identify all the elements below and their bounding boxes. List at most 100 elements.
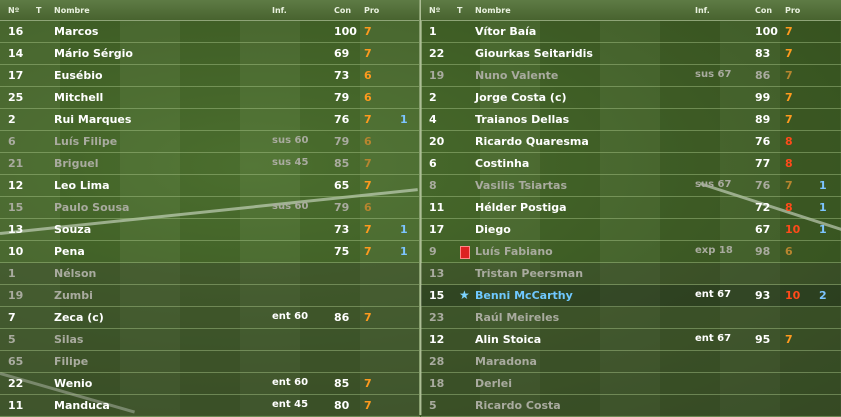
player-rating: 7: [785, 25, 793, 38]
player-name: Pena: [54, 245, 85, 258]
player-condition: 79: [334, 91, 350, 104]
player-row[interactable]: 19 Zumbi: [0, 285, 420, 307]
player-row[interactable]: 23 Raúl Meireles: [421, 307, 841, 329]
player-row[interactable]: 2 Jorge Costa (c) 99 7: [421, 87, 841, 109]
player-stat: 1: [400, 223, 408, 236]
away-squad-panel: Nº T Nombre Inf. Con Pro 1 Vítor Baía 100 7…: [421, 0, 841, 417]
header-t[interactable]: T: [36, 6, 41, 15]
player-row[interactable]: 6 Costinha 77 8: [421, 153, 841, 175]
player-row[interactable]: 22 Giourkas Seitaridis 83 7: [421, 43, 841, 65]
player-number: 2: [8, 113, 16, 126]
header-con[interactable]: Con: [755, 6, 772, 15]
player-rating: 7: [364, 113, 372, 126]
player-condition: 86: [334, 311, 350, 324]
player-row[interactable]: 14 Mário Sérgio 69 7: [0, 43, 420, 65]
player-row[interactable]: 4 Traianos Dellas 89 7: [421, 109, 841, 131]
player-condition: 77: [755, 157, 771, 170]
header-no[interactable]: Nº: [8, 6, 19, 15]
player-row[interactable]: 16 Marcos 100 7: [0, 21, 420, 43]
player-number: 1: [8, 267, 16, 280]
player-condition: 73: [334, 69, 350, 82]
player-condition: 93: [755, 289, 771, 302]
star-icon: ★: [459, 288, 470, 302]
player-row[interactable]: 22 Wenio ent 60 85 7: [0, 373, 420, 395]
player-row[interactable]: 11 Manduca ent 45 80 7: [0, 395, 420, 417]
player-condition: 67: [755, 223, 771, 236]
player-info: ent 67: [695, 333, 732, 344]
player-row[interactable]: 11 Hélder Postiga 72 8 1: [421, 197, 841, 219]
player-rating: 7: [785, 69, 793, 82]
player-row[interactable]: 25 Mitchell 79 6: [0, 87, 420, 109]
player-row[interactable]: 6 Luís Filipe sus 60 79 6: [0, 131, 420, 153]
player-name: Maradona: [475, 355, 537, 368]
home-squad-panel: Nº T Nombre Inf. Con Pro 16 Marcos 100 7 14 M…: [0, 0, 420, 417]
player-info: exp 18: [695, 245, 733, 256]
player-condition: 72: [755, 201, 771, 214]
player-rating: 6: [364, 91, 372, 104]
player-rating: 7: [785, 333, 793, 346]
player-row[interactable]: 15 Paulo Sousa sus 60 79 6: [0, 197, 420, 219]
player-info: ent 45: [272, 399, 309, 410]
squad-header: Nº T Nombre Inf. Con Pro: [0, 0, 420, 21]
player-row[interactable]: 12 Leo Lima 65 7: [0, 175, 420, 197]
header-con[interactable]: Con: [334, 6, 351, 15]
player-row[interactable]: 17 Diego 67 10 1: [421, 219, 841, 241]
player-row[interactable]: 7 Zeca (c) ent 60 86 7: [0, 307, 420, 329]
player-number: 15: [8, 201, 24, 214]
player-rating: 7: [785, 91, 793, 104]
player-number: 17: [429, 223, 445, 236]
header-pro[interactable]: Pro: [364, 6, 379, 15]
player-condition: 100: [755, 25, 778, 38]
player-row[interactable]: 2 Rui Marques 76 7 1: [0, 109, 420, 131]
player-name: Zumbi: [54, 289, 93, 302]
player-number: 2: [429, 91, 437, 104]
header-no[interactable]: Nº: [429, 6, 440, 15]
header-name[interactable]: Nombre: [54, 6, 90, 15]
player-name: Silas: [54, 333, 84, 346]
player-number: 17: [8, 69, 24, 82]
header-inf[interactable]: Inf.: [695, 6, 710, 15]
player-rating: 6: [785, 245, 793, 258]
player-number: 18: [429, 377, 445, 390]
player-rating: 7: [364, 223, 372, 236]
player-number: 12: [429, 333, 445, 346]
player-row[interactable]: 1 Nélson: [0, 263, 420, 285]
player-condition: 65: [334, 179, 350, 192]
player-condition: 100: [334, 25, 357, 38]
player-row[interactable]: 10 Pena 75 7 1: [0, 241, 420, 263]
player-row[interactable]: 8 Vasilis Tsiartas sus 67 76 7 1: [421, 175, 841, 197]
header-pro[interactable]: Pro: [785, 6, 800, 15]
player-number: 21: [8, 157, 24, 170]
player-row[interactable]: 1 Vítor Baía 100 7: [421, 21, 841, 43]
player-row[interactable]: 13 Tristan Peersman: [421, 263, 841, 285]
player-name: Hélder Postiga: [475, 201, 567, 214]
player-row[interactable]: 21 Briguel sus 45 85 7: [0, 153, 420, 175]
player-row[interactable]: 18 Derlei: [421, 373, 841, 395]
player-row[interactable]: 5 Ricardo Costa: [421, 395, 841, 417]
player-row[interactable]: 28 Maradona: [421, 351, 841, 373]
player-row[interactable]: 17 Eusébio 73 6: [0, 65, 420, 87]
player-number: 6: [429, 157, 437, 170]
player-rating: 7: [364, 157, 372, 170]
player-number: 13: [8, 223, 24, 236]
player-name: Manduca: [54, 399, 110, 412]
player-row[interactable]: 65 Filipe: [0, 351, 420, 373]
player-row[interactable]: 12 Alin Stoica ent 67 95 7: [421, 329, 841, 351]
player-name: Raúl Meireles: [475, 311, 560, 324]
player-condition: 85: [334, 157, 350, 170]
header-t[interactable]: T: [457, 6, 462, 15]
player-condition: 76: [334, 113, 350, 126]
header-name[interactable]: Nombre: [475, 6, 511, 15]
player-row[interactable]: 19 Nuno Valente sus 67 86 7: [421, 65, 841, 87]
player-name: Mário Sérgio: [54, 47, 133, 60]
player-row[interactable]: 9 Luís Fabiano exp 18 98 6: [421, 241, 841, 263]
player-row[interactable]: 15 Benni McCarthy ent 67 93 10 2 ★: [421, 285, 841, 307]
player-stat: 2: [819, 289, 827, 302]
player-row[interactable]: 13 Souza 73 7 1: [0, 219, 420, 241]
player-number: 22: [8, 377, 24, 390]
player-stat: 1: [400, 245, 408, 258]
player-row[interactable]: 20 Ricardo Quaresma 76 8: [421, 131, 841, 153]
player-rating: 7: [364, 47, 372, 60]
header-inf[interactable]: Inf.: [272, 6, 287, 15]
player-row[interactable]: 5 Silas: [0, 329, 420, 351]
